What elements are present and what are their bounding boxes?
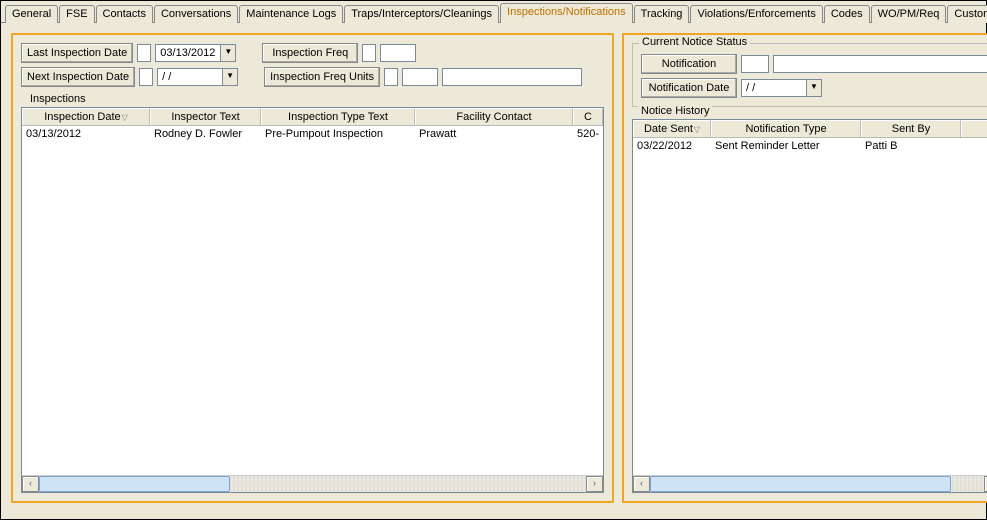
- scroll-left-button[interactable]: ‹: [633, 476, 650, 492]
- inspection-freq-flag[interactable]: [362, 44, 376, 62]
- last-inspection-date-combo[interactable]: 03/13/2012 ▼: [155, 44, 236, 62]
- current-notice-status-title: Current Notice Status: [639, 36, 750, 48]
- notification-date-value: / /: [742, 80, 806, 96]
- inspections-table: Inspection Date▽ Inspector Text Inspecti…: [21, 107, 604, 493]
- notice-history-group: Notice History Date Sent▽ Notification T…: [632, 113, 987, 493]
- chevron-down-icon[interactable]: ▼: [806, 80, 821, 96]
- scroll-track[interactable]: [650, 476, 984, 492]
- notification-text-input[interactable]: [773, 55, 987, 73]
- chevron-down-icon[interactable]: ▼: [220, 45, 235, 61]
- inspection-freq-input[interactable]: [380, 44, 416, 62]
- inspection-freq-units-button[interactable]: Inspection Freq Units: [264, 67, 380, 87]
- inspections-hscrollbar[interactable]: ‹ ›: [22, 475, 603, 492]
- col-blank[interactable]: [961, 120, 987, 137]
- col-notification-type[interactable]: Notification Type: [711, 120, 861, 137]
- history-hscrollbar[interactable]: ‹ ›: [633, 475, 987, 492]
- tab-custom[interactable]: Custom: [947, 5, 987, 23]
- inspection-freq-units-flag[interactable]: [384, 68, 398, 86]
- inspections-group: Inspections Inspection Date▽ Inspector T…: [21, 101, 604, 493]
- cell-c: 520-: [573, 126, 603, 142]
- table-row[interactable]: 03/13/2012 Rodney D. Fowler Pre-Pumpout …: [22, 126, 603, 142]
- tab-tracking[interactable]: Tracking: [634, 5, 690, 23]
- table-row[interactable]: 03/22/2012 Sent Reminder Letter Patti B: [633, 138, 987, 154]
- scroll-right-button[interactable]: ›: [586, 476, 603, 492]
- tab-conversations[interactable]: Conversations: [154, 5, 238, 23]
- tab-fse[interactable]: FSE: [59, 5, 94, 23]
- cell-facility-contact: Prawatt: [415, 126, 573, 142]
- notification-code-input[interactable]: [741, 55, 769, 73]
- current-notice-status-group: Current Notice Status Notification Notif…: [632, 43, 987, 107]
- notification-button[interactable]: Notification: [641, 54, 737, 74]
- tab-inspections-notifications[interactable]: Inspections/Notifications: [500, 3, 633, 23]
- inspections-group-title: Inspections: [27, 93, 89, 105]
- tab-violations[interactable]: Violations/Enforcements: [690, 5, 822, 23]
- inspection-freq-button[interactable]: Inspection Freq: [262, 43, 358, 63]
- col-date-sent[interactable]: Date Sent▽: [633, 120, 711, 137]
- cell-notification-type: Sent Reminder Letter: [711, 138, 861, 154]
- notice-history-header: Date Sent▽ Notification Type Sent By: [633, 120, 987, 138]
- scroll-track[interactable]: [39, 476, 586, 492]
- cell-sent-by: Patti B: [861, 138, 961, 154]
- tab-wo-pm-req[interactable]: WO/PM/Req: [871, 5, 947, 23]
- notification-date-combo[interactable]: / / ▼: [741, 79, 822, 97]
- sort-desc-icon: ▽: [122, 113, 128, 122]
- tab-contacts[interactable]: Contacts: [96, 5, 153, 23]
- col-sent-by[interactable]: Sent By: [861, 120, 961, 137]
- cell-inspector: Rodney D. Fowler: [150, 126, 261, 142]
- notice-history-title: Notice History: [638, 105, 712, 117]
- scroll-thumb[interactable]: [39, 476, 230, 492]
- notice-history-table: Date Sent▽ Notification Type Sent By 03/…: [632, 119, 987, 493]
- tab-general[interactable]: General: [5, 5, 58, 23]
- cell-inspection-type: Pre-Pumpout Inspection: [261, 126, 415, 142]
- scroll-left-button[interactable]: ‹: [22, 476, 39, 492]
- inspections-pane: Last Inspection Date 03/13/2012 ▼ Inspec…: [11, 33, 614, 503]
- next-inspection-date-value: / /: [158, 69, 222, 85]
- next-inspection-date-button[interactable]: Next Inspection Date: [21, 67, 135, 87]
- cell-inspection-date: 03/13/2012: [22, 126, 150, 142]
- inspection-freq-units-text-input[interactable]: [442, 68, 582, 86]
- tab-traps[interactable]: Traps/Interceptors/Cleanings: [344, 5, 499, 23]
- chevron-down-icon[interactable]: ▼: [222, 69, 237, 85]
- tab-maintenance-logs[interactable]: Maintenance Logs: [239, 5, 343, 23]
- notification-date-button[interactable]: Notification Date: [641, 78, 737, 98]
- inspection-freq-units-code-input[interactable]: [402, 68, 438, 86]
- col-inspection-type-text[interactable]: Inspection Type Text: [261, 108, 415, 125]
- col-c-truncated[interactable]: C: [573, 108, 603, 125]
- next-inspection-date-flag[interactable]: [139, 68, 153, 86]
- last-inspection-date-button[interactable]: Last Inspection Date: [21, 43, 133, 63]
- col-facility-contact[interactable]: Facility Contact: [415, 108, 573, 125]
- tabstrip: General FSE Contacts Conversations Maint…: [1, 1, 986, 23]
- notices-pane: Current Notice Status Notification Notif…: [622, 33, 987, 503]
- tab-codes[interactable]: Codes: [824, 5, 870, 23]
- last-inspection-date-flag[interactable]: [137, 44, 151, 62]
- inspections-table-header: Inspection Date▽ Inspector Text Inspecti…: [22, 108, 603, 126]
- next-inspection-date-combo[interactable]: / / ▼: [157, 68, 238, 86]
- last-inspection-date-value: 03/13/2012: [156, 45, 220, 61]
- cell-date-sent: 03/22/2012: [633, 138, 711, 154]
- scroll-thumb[interactable]: [650, 476, 951, 492]
- col-inspection-date[interactable]: Inspection Date▽: [22, 108, 150, 125]
- col-inspector-text[interactable]: Inspector Text: [150, 108, 261, 125]
- sort-desc-icon: ▽: [694, 125, 700, 134]
